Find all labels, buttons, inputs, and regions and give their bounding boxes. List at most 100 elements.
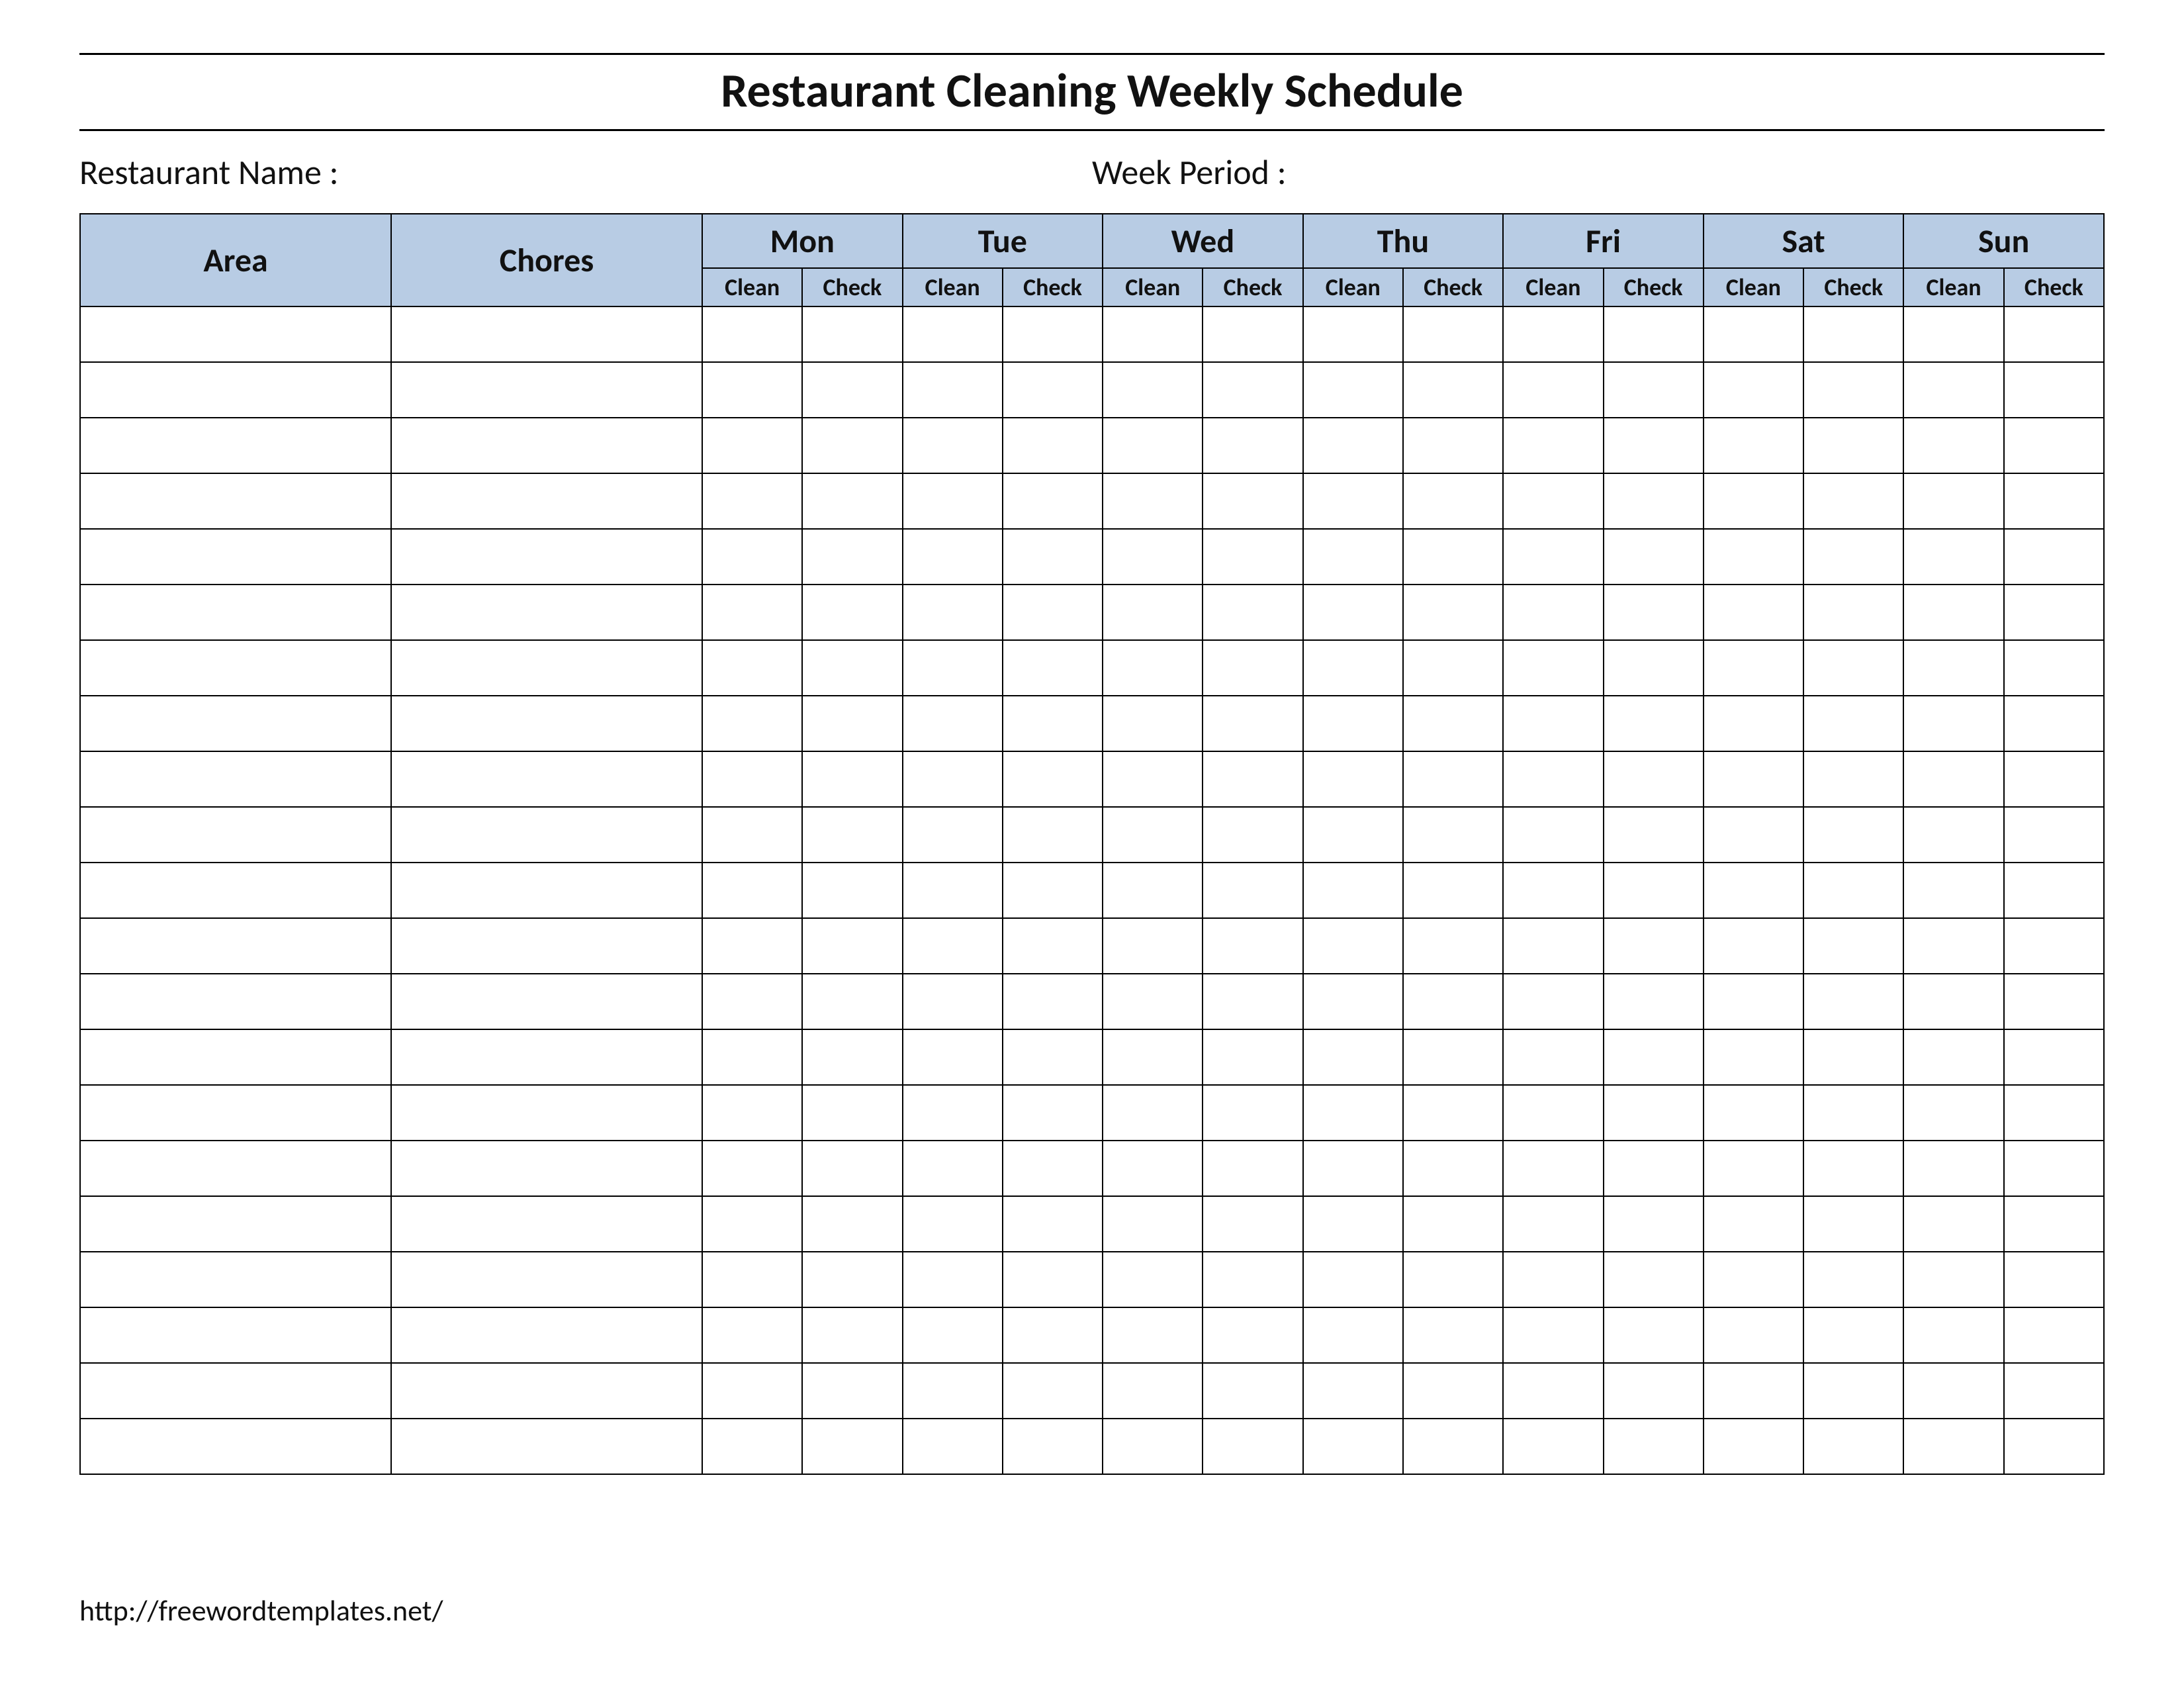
cell xyxy=(1203,1085,1302,1141)
cell xyxy=(702,1363,802,1419)
cell xyxy=(1203,751,1302,807)
cell xyxy=(1203,362,1302,418)
cell xyxy=(1403,362,1503,418)
cell xyxy=(1003,751,1103,807)
cell xyxy=(1704,974,1803,1029)
cell xyxy=(2004,1029,2104,1085)
cell xyxy=(1003,1363,1103,1419)
cell xyxy=(1604,751,1704,807)
cell xyxy=(1103,974,1203,1029)
cell xyxy=(2004,1085,2104,1141)
table-body xyxy=(80,306,2104,1474)
cell xyxy=(1403,473,1503,529)
cell xyxy=(903,585,1003,640)
cell xyxy=(802,751,902,807)
cell xyxy=(802,306,902,362)
cell xyxy=(903,1307,1003,1363)
table-row xyxy=(80,1196,2104,1252)
cell xyxy=(903,1029,1003,1085)
cell xyxy=(1203,696,1302,751)
table-row xyxy=(80,807,2104,863)
cell xyxy=(80,1196,391,1252)
cell xyxy=(1403,974,1503,1029)
cell xyxy=(1503,1029,1603,1085)
cell xyxy=(1203,418,1302,473)
sub-header-check: Check xyxy=(2004,268,2104,306)
cell xyxy=(1604,1252,1704,1307)
cell xyxy=(1903,529,2003,585)
cell xyxy=(1303,863,1403,918)
cell xyxy=(1203,918,1302,974)
table-row xyxy=(80,1141,2104,1196)
cell xyxy=(702,1141,802,1196)
cell xyxy=(1103,1196,1203,1252)
cell xyxy=(1103,696,1203,751)
cell xyxy=(702,585,802,640)
table-row xyxy=(80,696,2104,751)
day-header-thu: Thu xyxy=(1303,214,1504,268)
day-header-wed: Wed xyxy=(1103,214,1303,268)
cell xyxy=(1503,473,1603,529)
cell xyxy=(1003,1419,1103,1474)
cell xyxy=(1704,1307,1803,1363)
sub-header-check: Check xyxy=(1604,268,1704,306)
cell xyxy=(2004,306,2104,362)
cell xyxy=(1403,1363,1503,1419)
day-header-sat: Sat xyxy=(1704,214,1904,268)
cell xyxy=(1103,807,1203,863)
cell xyxy=(903,1196,1003,1252)
cell xyxy=(1604,1085,1704,1141)
sub-header-clean: Clean xyxy=(903,268,1003,306)
cell xyxy=(1704,1363,1803,1419)
cell xyxy=(2004,1363,2104,1419)
cell xyxy=(903,306,1003,362)
cell xyxy=(1203,863,1302,918)
cell xyxy=(1604,974,1704,1029)
cell xyxy=(1203,1419,1302,1474)
cell xyxy=(1604,585,1704,640)
cell xyxy=(802,1196,902,1252)
cell xyxy=(1503,918,1603,974)
cell xyxy=(1003,640,1103,696)
cell xyxy=(802,640,902,696)
cell xyxy=(1303,1085,1403,1141)
cell xyxy=(391,418,702,473)
cell xyxy=(1303,1196,1403,1252)
cell xyxy=(1503,863,1603,918)
cell xyxy=(1503,640,1603,696)
cell xyxy=(1803,1419,1903,1474)
cell xyxy=(1103,1141,1203,1196)
cell xyxy=(1303,1252,1403,1307)
cell xyxy=(391,1419,702,1474)
table-row xyxy=(80,1029,2104,1085)
table-row xyxy=(80,473,2104,529)
cell xyxy=(903,1419,1003,1474)
sub-header-clean: Clean xyxy=(1103,268,1203,306)
table-row xyxy=(80,362,2104,418)
cell xyxy=(802,974,902,1029)
cell xyxy=(1103,863,1203,918)
table-row xyxy=(80,1419,2104,1474)
cell xyxy=(1604,863,1704,918)
cell xyxy=(1103,585,1203,640)
cell xyxy=(802,1419,902,1474)
cell xyxy=(1803,1141,1903,1196)
cell xyxy=(1403,1252,1503,1307)
cell xyxy=(2004,1141,2104,1196)
cell xyxy=(903,418,1003,473)
sub-header-clean: Clean xyxy=(1503,268,1603,306)
cell xyxy=(1303,1363,1403,1419)
cell xyxy=(1704,918,1803,974)
cell xyxy=(391,1363,702,1419)
cell xyxy=(391,918,702,974)
cell xyxy=(1503,751,1603,807)
cell xyxy=(1203,1141,1302,1196)
cell xyxy=(2004,974,2104,1029)
cell xyxy=(1303,1029,1403,1085)
cell xyxy=(802,362,902,418)
cell xyxy=(1503,974,1603,1029)
cell xyxy=(702,751,802,807)
cell xyxy=(391,473,702,529)
cell xyxy=(1303,1307,1403,1363)
cell xyxy=(702,306,802,362)
